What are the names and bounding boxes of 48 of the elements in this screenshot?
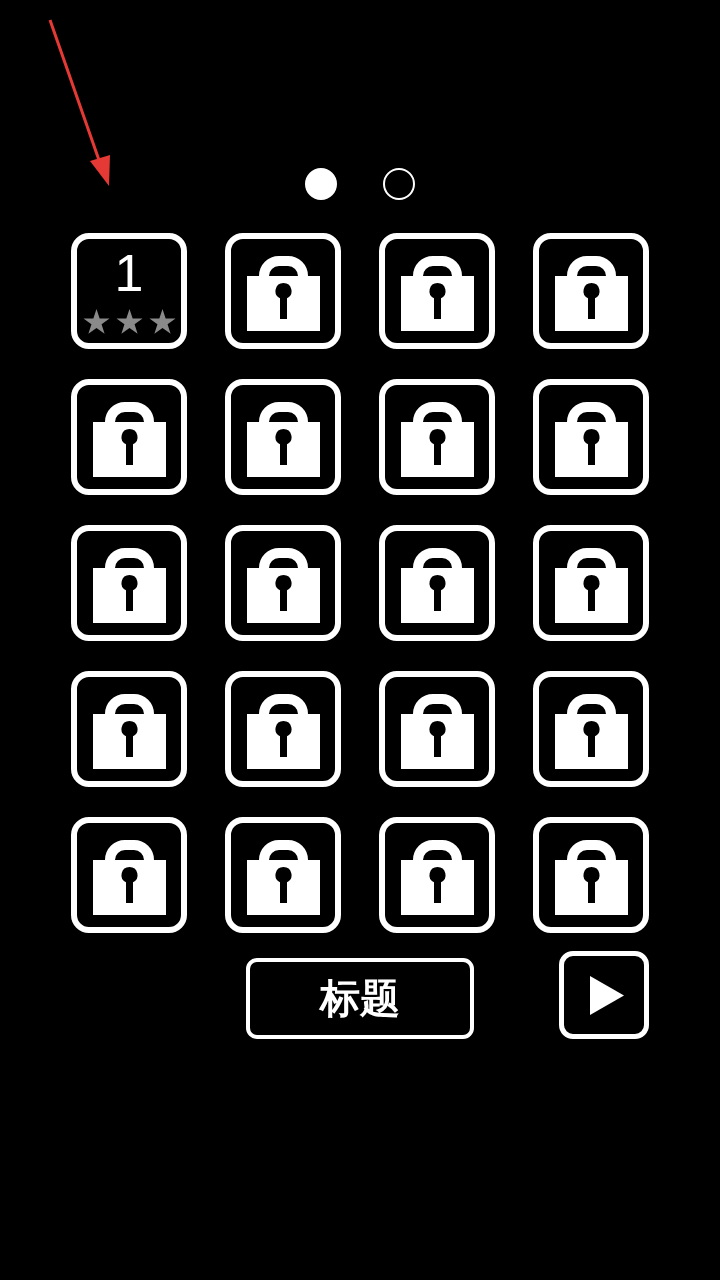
padlock-icon — [246, 402, 320, 477]
locked-level-button[interactable] — [71, 671, 187, 787]
padlock-icon — [400, 256, 474, 331]
locked-level-button[interactable] — [379, 671, 495, 787]
locked-level-button[interactable] — [379, 525, 495, 641]
padlock-icon — [246, 694, 320, 769]
padlock-icon — [400, 548, 474, 623]
padlock-icon — [554, 256, 628, 331]
padlock-icon — [92, 548, 166, 623]
padlock-icon — [554, 840, 628, 915]
padlock-icon — [92, 694, 166, 769]
padlock-icon — [554, 694, 628, 769]
locked-level-button[interactable] — [225, 233, 341, 349]
star-icon — [82, 309, 110, 335]
padlock-icon — [246, 256, 320, 331]
next-page-button[interactable] — [559, 951, 649, 1039]
level-button[interactable]: 1 — [71, 233, 187, 349]
padlock-icon — [246, 840, 320, 915]
locked-level-button[interactable] — [533, 379, 649, 495]
locked-level-button[interactable] — [533, 525, 649, 641]
locked-level-button[interactable] — [533, 817, 649, 933]
locked-level-button[interactable] — [71, 817, 187, 933]
page-dot-icon[interactable] — [382, 168, 415, 200]
padlock-icon — [400, 840, 474, 915]
locked-level-button[interactable] — [225, 671, 341, 787]
locked-level-button[interactable] — [225, 379, 341, 495]
star-icon — [115, 309, 143, 335]
locked-level-button[interactable] — [225, 817, 341, 933]
play-icon — [590, 975, 624, 1015]
padlock-icon — [400, 694, 474, 769]
locked-level-button[interactable] — [71, 525, 187, 641]
locked-level-button[interactable] — [533, 233, 649, 349]
locked-level-button[interactable] — [533, 671, 649, 787]
locked-level-button[interactable] — [379, 233, 495, 349]
page-dot-icon[interactable] — [304, 168, 337, 200]
padlock-icon — [554, 548, 628, 623]
title-button[interactable]: 标题 — [246, 958, 474, 1039]
padlock-icon — [400, 402, 474, 477]
star-icon — [148, 309, 176, 335]
padlock-icon — [92, 402, 166, 477]
padlock-icon — [554, 402, 628, 477]
padlock-icon — [246, 548, 320, 623]
locked-level-button[interactable] — [71, 379, 187, 495]
locked-level-button[interactable] — [225, 525, 341, 641]
level-number: 1 — [114, 248, 144, 298]
locked-level-button[interactable] — [379, 817, 495, 933]
locked-level-button[interactable] — [379, 379, 495, 495]
padlock-icon — [92, 840, 166, 915]
